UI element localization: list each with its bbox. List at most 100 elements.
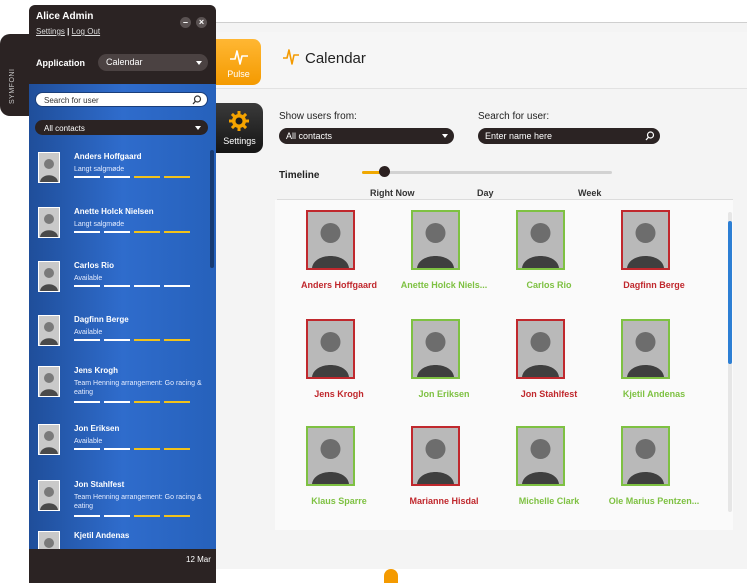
panel-filter-select[interactable]: All contacts [35, 120, 208, 135]
show-users-select[interactable]: All contacts [279, 128, 454, 144]
user-photo [306, 426, 355, 486]
user-card[interactable]: Carlos Rio [494, 210, 604, 320]
contact-status: Langt salgmøde [74, 166, 125, 173]
contact-item[interactable]: Carlos Rio Available [31, 255, 209, 309]
application-select[interactable]: Calendar [98, 54, 208, 71]
availability-bar [134, 285, 160, 287]
availability-bar [164, 515, 190, 517]
close-button[interactable]: × [196, 17, 207, 28]
timeline-tick-day: Day [477, 188, 494, 198]
user-card[interactable]: Ole Marius Pentzen... [599, 426, 709, 536]
user-card-name: Kjetil Andenas [622, 389, 686, 399]
availability-bar [104, 515, 130, 517]
avatar-icon [308, 321, 353, 377]
user-card-name: Jon Eriksen [418, 389, 470, 399]
settings-tab-label: Settings [223, 136, 256, 146]
contact-item[interactable]: Jon Stahlfest Team Henning arrangement: G… [31, 474, 209, 528]
avatar-icon [413, 428, 458, 484]
avatar-icon [413, 212, 458, 268]
pulse-tab[interactable]: Pulse [216, 39, 261, 85]
panel-search-placeholder: Search for user [44, 96, 99, 105]
contact-status: Langt salgmøde [74, 221, 125, 228]
timeline-slider-handle[interactable] [379, 166, 390, 177]
user-card[interactable]: Anders Hoffgaard [284, 210, 394, 320]
user-card-name: Jens Krogh [314, 389, 364, 399]
contact-item[interactable]: Anette Holck Nielsen Langt salgmøde [31, 201, 209, 255]
logout-link[interactable]: Log Out [72, 27, 100, 36]
user-photo [621, 210, 670, 270]
contact-status: Team Henning arrangement: Go racing & ea… [74, 380, 202, 396]
availability-bar [164, 339, 190, 341]
availability-bar [164, 231, 190, 233]
user-photo [306, 319, 355, 379]
search-user-label: Search for user: [478, 111, 550, 122]
minimize-button[interactable]: – [180, 17, 191, 28]
availability-bar [104, 176, 130, 178]
user-card[interactable]: Kjetil Andenas [599, 319, 709, 429]
availability-bar [104, 339, 130, 341]
user-card[interactable]: Michelle Clark [494, 426, 604, 536]
user-photo [516, 319, 565, 379]
contact-item[interactable]: Dagfinn Berge Available [31, 309, 209, 363]
timeline-label: Timeline [279, 170, 320, 181]
contact-list-scrollbar[interactable] [210, 150, 214, 268]
page-title: Calendar [305, 50, 366, 67]
contact-status: Available [74, 275, 103, 282]
availability-bar [134, 515, 160, 517]
settings-tab[interactable]: Settings [216, 103, 263, 153]
user-card-name: Anette Holck Niels... [400, 280, 488, 290]
user-photo [516, 426, 565, 486]
avatar-icon [413, 321, 458, 377]
availability-bar [104, 401, 130, 403]
user-photo [411, 210, 460, 270]
user-card[interactable]: Anette Holck Niels... [389, 210, 499, 320]
availability-bars [74, 231, 199, 233]
user-card-name: Michelle Clark [518, 496, 580, 506]
availability-bar [134, 176, 160, 178]
search-user-input[interactable]: Enter name here [478, 128, 660, 144]
avatar [38, 261, 60, 292]
avatar-icon [518, 321, 563, 377]
user-card[interactable]: Jens Krogh [284, 319, 394, 429]
grid-scrollbar-thumb[interactable] [728, 221, 732, 364]
availability-bars [74, 339, 199, 341]
gear-icon [229, 111, 249, 131]
contact-name: Jon Eriksen [74, 424, 120, 433]
user-card[interactable]: Jon Eriksen [389, 319, 499, 429]
panel-search-input[interactable]: Search for user [35, 92, 208, 107]
availability-bars [74, 285, 199, 287]
user-card[interactable]: Jon Stahlfest [494, 319, 604, 429]
contact-item[interactable]: Anders Hoffgaard Langt salgmøde [31, 146, 209, 200]
chevron-down-icon [195, 126, 201, 130]
pulse-tab-label: Pulse [227, 69, 250, 79]
user-card[interactable]: Dagfinn Berge [599, 210, 709, 320]
availability-bars [74, 401, 199, 403]
availability-bar [134, 401, 160, 403]
user-card-name: Dagfinn Berge [623, 280, 685, 290]
bottom-handle[interactable] [384, 569, 398, 583]
availability-bar [104, 231, 130, 233]
availability-bar [104, 448, 130, 450]
availability-bar [74, 231, 100, 233]
timeline-slider-track[interactable] [362, 171, 612, 174]
chevron-down-icon [442, 134, 448, 138]
availability-bar [164, 401, 190, 403]
avatar [38, 366, 60, 397]
current-user-name: Alice Admin [36, 11, 94, 22]
avatar [38, 480, 60, 511]
user-photo [411, 426, 460, 486]
application-value: Calendar [106, 57, 143, 67]
availability-bars [74, 515, 199, 517]
user-card[interactable]: Marianne Hisdal [389, 426, 499, 536]
availability-bar [164, 285, 190, 287]
user-photo [411, 319, 460, 379]
contact-status: Available [74, 438, 103, 445]
user-card[interactable]: Klaus Sparre [284, 426, 394, 536]
avatar [38, 207, 60, 238]
contact-item[interactable]: Jens Krogh Team Henning arrangement: Go r… [31, 360, 209, 414]
user-card-name: Anders Hoffgaard [300, 280, 377, 290]
chevron-down-icon [196, 61, 202, 65]
avatar-icon [308, 428, 353, 484]
settings-link[interactable]: Settings [36, 27, 65, 36]
contact-item[interactable]: Jon Eriksen Available [31, 418, 209, 472]
